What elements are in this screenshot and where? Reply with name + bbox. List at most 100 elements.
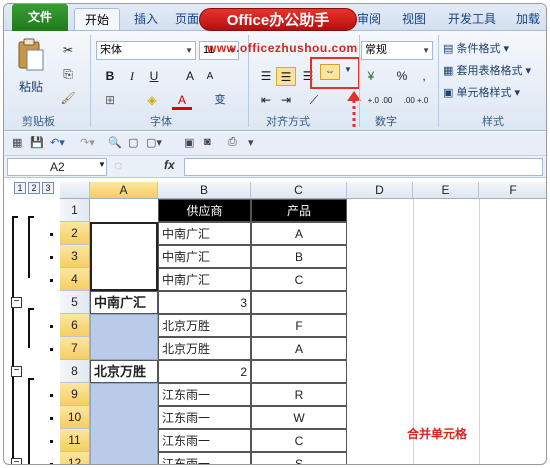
decrease-decimal-button[interactable]: .00 +.0 [400, 91, 432, 110]
conditional-format-button[interactable]: ▤ 条件格式 ▾ [442, 39, 510, 57]
empty-cell[interactable] [251, 291, 347, 314]
decrease-indent-icon[interactable]: ⇤ [256, 91, 276, 110]
row-header-9[interactable]: 9 [60, 383, 90, 406]
merged-cell-a2-a4[interactable] [90, 222, 158, 291]
italic-button[interactable]: I [122, 67, 142, 86]
print-icon[interactable]: ⎙ [228, 136, 237, 149]
collapse-button[interactable]: − [11, 297, 22, 308]
supplier-cell[interactable]: 中南广汇 [158, 222, 251, 245]
product-cell[interactable]: S [251, 452, 347, 464]
tab-addins[interactable]: 加载 [510, 8, 546, 30]
underline-button[interactable]: U [144, 67, 164, 86]
empty-cell[interactable] [251, 360, 347, 383]
merge-center-button[interactable]: ⇔ ▼ [310, 57, 360, 89]
open-icon[interactable]: ▢▾ [146, 136, 162, 149]
supplier-cell[interactable]: 中南广汇 [158, 268, 251, 291]
camera-icon[interactable]: ◙ [204, 136, 211, 148]
row-header-1[interactable]: 1 [60, 199, 90, 222]
tab-developer[interactable]: 开发工具 [444, 8, 500, 30]
cell-styles-button[interactable]: ▣ 单元格样式 ▾ [442, 83, 521, 101]
name-box[interactable]: A2 [7, 158, 107, 176]
product-cell[interactable]: A [251, 222, 347, 245]
collapse-button[interactable]: − [11, 366, 22, 377]
increase-indent-icon[interactable]: ⇥ [276, 91, 296, 110]
product-cell[interactable]: A [251, 337, 347, 360]
collapse-button[interactable]: − [11, 458, 22, 464]
column-header-b[interactable]: B [158, 182, 251, 199]
header-product[interactable]: 产品 [251, 199, 347, 222]
bold-button[interactable]: B [100, 67, 120, 86]
phonetic-button[interactable]: 变 [210, 91, 230, 110]
tab-view[interactable]: 视图 [394, 8, 434, 30]
supplier-cell[interactable]: 北京万胜 [158, 314, 251, 337]
orientation-icon[interactable]: ⟋ [304, 91, 324, 110]
subtotal-count-cell[interactable]: 2 [158, 360, 251, 383]
tab-file[interactable]: 文件 [12, 4, 68, 31]
font-color-button[interactable]: A [172, 91, 192, 110]
supplier-cell[interactable]: 江东雨一 [158, 406, 251, 429]
align-center-icon[interactable]: ☰ [276, 67, 296, 86]
row-header-10[interactable]: 10 [60, 406, 90, 429]
grow-font-button[interactable]: A [180, 67, 200, 86]
supplier-cell[interactable]: 江东雨一 [158, 383, 251, 406]
excel-icon[interactable]: ▦ [12, 136, 22, 149]
product-cell[interactable]: R [251, 383, 347, 406]
number-format-combo[interactable]: 常规 ▼ [361, 41, 433, 60]
copy-icon[interactable]: ⎘ [58, 65, 78, 84]
product-cell[interactable]: B [251, 245, 347, 268]
tab-insert[interactable]: 插入 [126, 8, 166, 30]
column-header-e[interactable]: E [413, 182, 479, 199]
format-as-table-button[interactable]: ▦ 套用表格格式 ▾ [442, 61, 532, 79]
outline-level-3-button[interactable]: 3 [42, 182, 54, 194]
undo-icon[interactable]: ↶▾ [50, 136, 65, 149]
supplier-cell[interactable]: 北京万胜 [158, 337, 251, 360]
borders-icon[interactable]: ⊞ [100, 91, 120, 110]
row-header-11[interactable]: 11 [60, 429, 90, 452]
row-header-4[interactable]: 4 [60, 268, 90, 291]
row-header-8[interactable]: 8 [60, 360, 90, 383]
customize-qat-icon[interactable]: ▾ [248, 136, 254, 149]
row-header-2[interactable]: 2 [60, 222, 90, 245]
column-header-d[interactable]: D [347, 182, 413, 199]
row-header-3[interactable]: 3 [60, 245, 90, 268]
comma-button[interactable]: , [414, 67, 434, 86]
row-header-12[interactable]: 12 [60, 452, 90, 464]
insert-function-button[interactable]: fx [164, 158, 175, 172]
increase-decimal-button[interactable]: +.0 .00 [364, 91, 396, 110]
tab-review[interactable]: 审阅 [354, 8, 384, 30]
chevron-down-icon[interactable]: ▼ [98, 160, 106, 169]
merged-cell-a9-a12[interactable] [90, 383, 158, 464]
tab-home[interactable]: 开始 [74, 8, 120, 30]
row-header-7[interactable]: 7 [60, 337, 90, 360]
tab-page-layout[interactable]: 页面 [172, 8, 202, 30]
paste-button[interactable]: 粘贴 [14, 37, 52, 95]
row-header-6[interactable]: 6 [60, 314, 90, 337]
redo-icon[interactable]: ↷▾ [80, 136, 95, 149]
column-header-a[interactable]: A [90, 182, 158, 199]
outline-level-2-button[interactable]: 2 [28, 182, 40, 194]
column-header-f[interactable]: F [479, 182, 546, 199]
print-preview-icon[interactable]: 🔍 [108, 136, 122, 149]
supplier-cell[interactable]: 中南广汇 [158, 245, 251, 268]
save-icon[interactable]: 💾 [30, 136, 44, 149]
new-document-icon[interactable]: ▢ [128, 136, 138, 149]
select-all-corner[interactable] [60, 182, 90, 199]
currency-icon[interactable]: ¥ [361, 67, 381, 86]
formula-input[interactable] [184, 158, 543, 176]
subtotal-label-cell[interactable]: 北京万胜 [90, 360, 158, 383]
fill-color-icon[interactable]: ◈ [142, 91, 162, 110]
header-supplier[interactable]: 供应商 [158, 199, 251, 222]
align-left-icon[interactable]: ☰ [256, 67, 276, 86]
product-cell[interactable]: C [251, 268, 347, 291]
subtotal-count-cell[interactable]: 3 [158, 291, 251, 314]
supplier-cell[interactable]: 江东雨一 [158, 452, 251, 464]
product-cell[interactable]: C [251, 429, 347, 452]
format-painter-icon[interactable]: 🖌 [58, 89, 78, 108]
cut-icon[interactable]: ✂ [58, 41, 78, 60]
merged-cell-a6-a7[interactable] [90, 314, 158, 360]
cancel-icon[interactable]: ◌ [114, 157, 122, 173]
product-cell[interactable]: W [251, 406, 347, 429]
shrink-font-button[interactable]: A [200, 67, 220, 86]
subtotal-label-cell[interactable]: 中南广汇 [90, 291, 158, 314]
outline-level-1-button[interactable]: 1 [14, 182, 26, 194]
